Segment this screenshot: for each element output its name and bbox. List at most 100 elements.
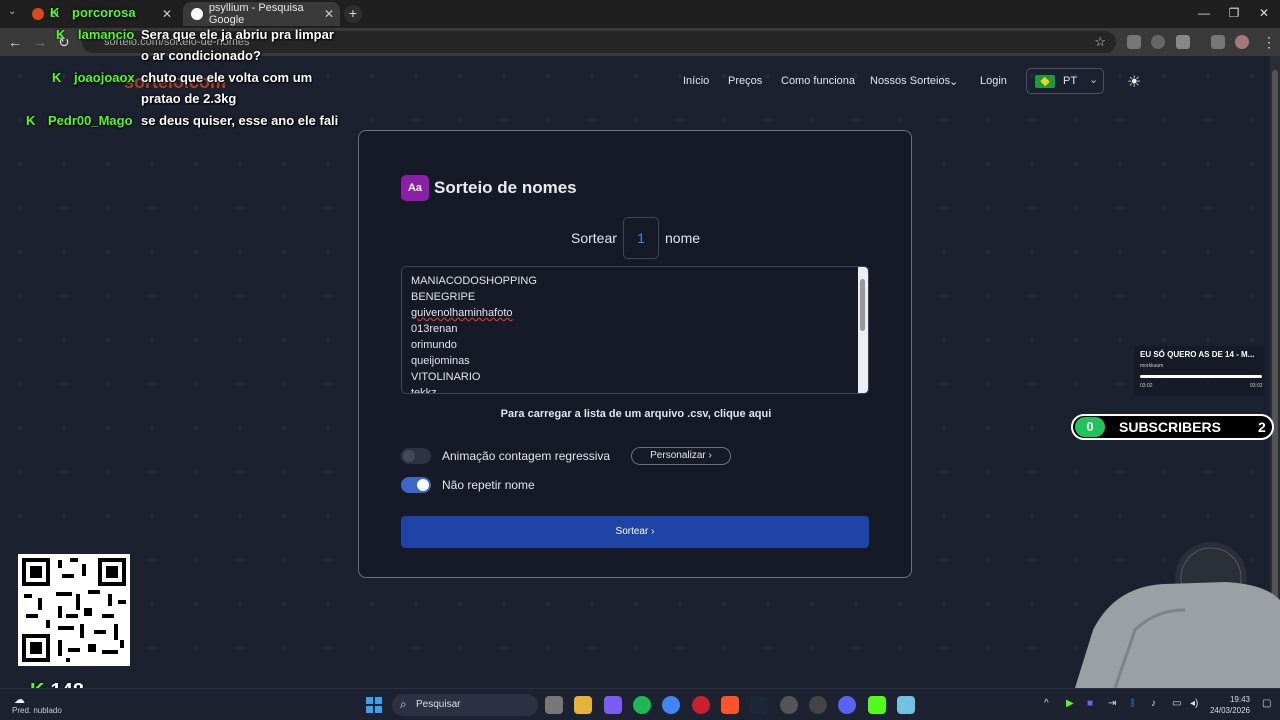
nav-inicio[interactable]: Início	[683, 75, 709, 87]
list-item-text: guivenolhaminhafoto	[411, 307, 513, 319]
tray-app-icon[interactable]: ⇥	[1108, 698, 1116, 709]
list-item: MANIACODOSHOPPING	[411, 275, 537, 287]
app-icon[interactable]	[780, 696, 798, 714]
extension-icon[interactable]	[1127, 35, 1141, 49]
microphone-icon[interactable]: ♪	[1151, 698, 1156, 709]
extension-icon[interactable]	[1151, 35, 1165, 49]
list-item: 013renan	[411, 323, 458, 335]
chevron-right-icon: ›	[651, 526, 655, 537]
brazil-flag-icon	[1035, 75, 1055, 88]
song-artist: morkkuum	[1140, 363, 1164, 369]
song-title: EU SÓ QUERO AS DE 14 - M...	[1140, 350, 1255, 359]
puzzle-icon[interactable]	[1176, 35, 1190, 49]
qr-code	[18, 554, 130, 666]
no-repeat-label: Não repetir nome	[442, 478, 535, 492]
card-title: Sorteio de nomes	[434, 178, 577, 197]
chat-username: joaojoaox	[74, 70, 135, 85]
chevron-down-icon: ⌄	[949, 76, 959, 88]
minimize-button[interactable]: —	[1194, 6, 1214, 20]
app-grid-icon[interactable]	[604, 696, 622, 714]
notifications-icon[interactable]: ▢	[1262, 698, 1271, 709]
draw-prefix: Sortear	[571, 230, 617, 246]
brave-icon[interactable]	[721, 696, 739, 714]
close-window-button[interactable]: ✕	[1254, 6, 1274, 20]
kick-icon[interactable]	[868, 696, 886, 714]
list-item: queijominas	[411, 355, 470, 367]
spotify-icon[interactable]	[633, 696, 651, 714]
subscribers-left-count: 0	[1075, 417, 1105, 437]
kick-logo-icon: K	[50, 5, 60, 20]
file-explorer-icon[interactable]	[574, 696, 592, 714]
profile-avatar[interactable]	[1235, 35, 1249, 49]
nav-precos[interactable]: Preços	[728, 75, 762, 87]
maximize-button[interactable]: ❐	[1224, 6, 1244, 20]
song-time-end: 03:02	[1250, 383, 1263, 389]
tray-app-icon[interactable]: ■	[1087, 698, 1093, 709]
no-repeat-toggle[interactable]	[401, 477, 431, 493]
quantity-input[interactable]	[623, 217, 659, 259]
names-textarea[interactable]: MANIACODOSHOPPING BENEGRIPE guivenolhami…	[401, 266, 869, 394]
media-icon[interactable]	[1211, 35, 1225, 49]
discord-icon[interactable]	[838, 696, 856, 714]
language-code: PT	[1063, 75, 1078, 87]
taskbar-search[interactable]: ⌕ Pesquisar	[392, 694, 538, 716]
chat-message: Sera que ele ja abriu pra limpar	[141, 27, 334, 42]
stream-chat-overlay: K porcorosa K lamancio Sera que ele ja a…	[0, 0, 360, 140]
chat-username: lamancio	[78, 27, 135, 42]
search-placeholder: Pesquisar	[416, 699, 461, 710]
menu-dots-icon[interactable]: ⋮	[1262, 34, 1276, 51]
chat-message: pratao de 2.3kg	[141, 91, 237, 106]
chevron-down-icon: ⌄	[1089, 74, 1099, 86]
language-select[interactable]: PT ⌄	[1026, 68, 1104, 94]
chrome-icon[interactable]	[662, 696, 680, 714]
volume-icon[interactable]: ◂)	[1190, 698, 1198, 709]
kick-logo-icon: K	[56, 27, 66, 42]
opera-icon[interactable]	[692, 696, 710, 714]
kick-logo-icon: K	[52, 70, 62, 85]
countdown-toggle[interactable]	[401, 448, 431, 464]
song-time-start: 03:02	[1140, 383, 1153, 389]
weather-label: Pred. nublado	[12, 706, 62, 715]
clock-date: 24/03/2026	[1209, 706, 1250, 715]
list-item: tekkz	[411, 387, 437, 394]
list-item: guivenolhaminhafoto	[402, 305, 868, 321]
chat-message: se deus quiser, esse ano ele fali	[141, 113, 339, 128]
draw-button[interactable]: Sortear ›	[401, 516, 869, 548]
tray-kick-icon[interactable]: ▶	[1066, 698, 1074, 709]
webcam-feed	[1075, 540, 1280, 688]
countdown-label: Animação contagem regressiva	[442, 449, 611, 463]
bluetooth-icon[interactable]: ᛒ	[1130, 698, 1136, 709]
tray-chevron-up-icon[interactable]: ^	[1044, 698, 1049, 709]
kick-logo-icon: K	[26, 113, 36, 128]
draw-button-label: Sortear	[615, 526, 649, 537]
nav-nossos-sorteios[interactable]: Nossos Sorteios	[870, 75, 950, 87]
windows-taskbar: ☁ Pred. nublado ⌕ Pesquisar ^ ▶ ■ ⇥ ᛒ ♪ …	[0, 688, 1280, 720]
textarea-scrollbar[interactable]	[858, 267, 868, 393]
chat-message: chuto que ele volta com um	[141, 70, 313, 85]
task-view-icon[interactable]	[545, 696, 563, 714]
now-playing-widget: EU SÓ QUERO AS DE 14 - M... morkkuum 03:…	[1134, 346, 1264, 396]
weather-cloud-icon[interactable]: ☁	[14, 693, 25, 706]
notepad-icon[interactable]	[897, 696, 915, 714]
app-icon[interactable]	[809, 696, 827, 714]
start-windows-icon[interactable]	[366, 697, 382, 713]
bookmark-star-icon[interactable]: ☆	[1094, 34, 1106, 50]
nav-login[interactable]: Login	[980, 75, 1007, 87]
list-item: orimundo	[411, 339, 457, 351]
chat-message: o ar condicionado?	[141, 48, 261, 63]
search-icon: ⌕	[400, 697, 407, 711]
customize-button[interactable]: Personalizar ›	[631, 447, 731, 465]
draw-suffix: nome	[665, 230, 701, 246]
chevron-right-icon: ›	[708, 450, 712, 461]
nav-como-funciona[interactable]: Como funciona	[781, 75, 855, 87]
chat-username: Pedr00_Mago	[48, 113, 133, 128]
network-icon[interactable]: ▭	[1172, 698, 1181, 709]
clock-time: 19:43	[1229, 695, 1250, 704]
steam-icon[interactable]	[750, 696, 768, 714]
csv-upload-link[interactable]: Para carregar a lista de um arquivo .csv…	[359, 408, 913, 420]
chat-username: porcorosa	[72, 5, 136, 20]
subscribers-label: SUBSCRIBERS	[1119, 419, 1221, 435]
list-item: VITOLINARIO	[411, 371, 481, 383]
theme-toggle-sun-icon[interactable]: ☀	[1127, 72, 1141, 92]
taskbar-clock[interactable]: 19:43 24/03/2026	[1208, 694, 1250, 716]
